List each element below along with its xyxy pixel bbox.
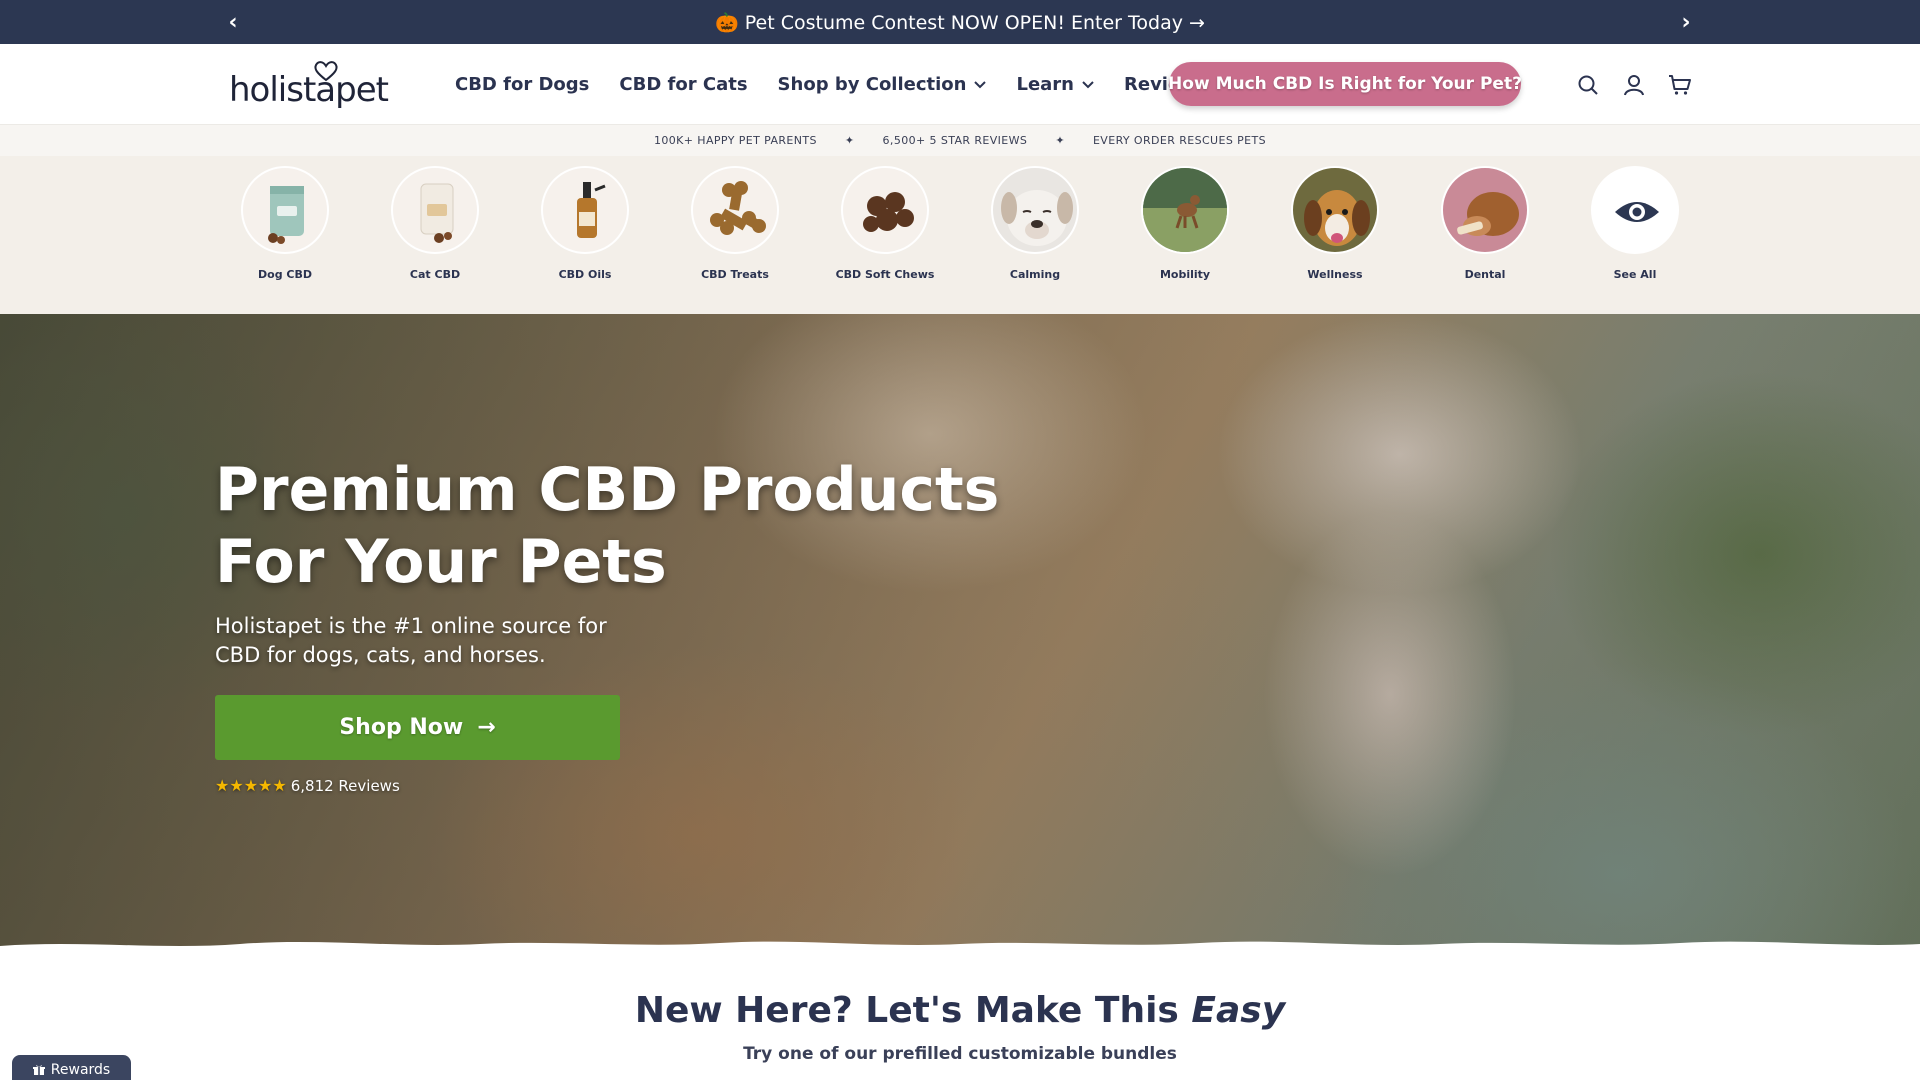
category-image [391,166,479,254]
category-label: Dog CBD [258,268,312,281]
announcement-next-button[interactable]: › [1666,0,1706,44]
search-icon [1578,75,1598,95]
hero-title: Premium CBD Products For Your Pets [215,454,1015,598]
wave-divider [0,941,1920,964]
logo[interactable]: holistapet [229,60,389,110]
star-rating-icon: ★★★★★ [215,776,287,795]
chevron-right-icon: › [1681,9,1691,35]
gift-icon [32,1064,45,1076]
trust-item: EVERY ORDER RESCUES PETS [1092,134,1267,147]
trust-item: 100K+ HAPPY PET PARENTS [653,134,817,147]
category-cbd-treats[interactable]: CBD Treats [670,166,800,281]
beagle-photo-icon [1304,190,1370,246]
cart-icon [1669,75,1691,95]
category-label: CBD Oils [558,268,612,281]
sparkle-icon: ✦ [844,134,855,147]
category-dog-cbd[interactable]: Dog CBD [220,166,350,281]
category-label: Cat CBD [409,268,461,281]
hero-rating[interactable]: ★★★★★ 6,812 Reviews [215,776,400,795]
category-cat-cbd[interactable]: Cat CBD [370,166,500,281]
category-image [691,166,779,254]
bone-treat-icon [710,181,766,235]
main-nav: CBD for Dogs CBD for Cats Shop by Collec… [455,44,1238,125]
eye-icon [1615,202,1659,222]
section-title: New Here? Let's Make This Easy [0,990,1920,1031]
nav-label: Learn [1016,74,1074,95]
category-label: Dental [1464,268,1506,281]
category-label: CBD Soft Chews [835,268,935,281]
cart-button[interactable] [1667,72,1693,98]
category-image [991,166,1079,254]
nav-cbd-for-cats[interactable]: CBD for Cats [619,74,747,95]
nav-cbd-for-dogs[interactable]: CBD for Dogs [455,74,589,95]
trust-item: 6,500+ 5 STAR REVIEWS [882,134,1028,147]
category-calming[interactable]: Calming [970,166,1100,281]
product-bag-icon [268,186,304,244]
category-cbd-soft-chews[interactable]: CBD Soft Chews [820,166,950,281]
sparkle-icon: ✦ [1055,134,1065,147]
shop-now-button[interactable]: Shop Now → [215,695,620,760]
hero-title-line: Premium CBD Products [215,455,1000,525]
announcement-bar: ‹ 🎃 Pet Costume Contest NOW OPEN! Enter … [0,0,1920,44]
category-wellness[interactable]: Wellness [1270,166,1400,281]
account-button[interactable] [1621,72,1647,98]
oil-bottle-icon [577,182,606,238]
category-image [541,166,629,254]
category-image [1591,166,1679,254]
category-row: Dog CBD Cat CBD CBD Oils CBD Treats CBD … [0,156,1920,314]
section-title-main: New Here? Let's Make This [634,990,1192,1031]
nav-label: Shop by Collection [777,74,967,95]
category-cbd-oils[interactable]: CBD Oils [520,166,650,281]
soft-chew-icon [863,192,914,232]
category-label: CBD Treats [701,268,769,281]
category-label: Mobility [1159,268,1211,281]
category-image [1441,166,1529,254]
reviews-count: 6,812 Reviews [290,776,400,795]
hero-banner: Premium CBD Products For Your Pets Holis… [0,314,1920,964]
chevron-down-icon [1082,80,1094,88]
trust-strip: 100K+ HAPPY PET PARENTS ✦ 6,500+ 5 STAR … [0,125,1920,156]
search-button[interactable] [1575,72,1601,98]
category-label: Wellness [1307,268,1363,281]
chevron-down-icon [974,80,987,88]
heart-icon [314,61,338,82]
category-image [1291,166,1379,254]
cbd-dosage-button[interactable]: How Much CBD Is Right for Your Pet? [1168,62,1522,106]
category-image [241,166,329,254]
header-icons [1575,72,1713,98]
product-bag-icon [420,183,454,243]
logo-text: holistapet [229,70,389,110]
dog-photo-icon [1001,190,1073,246]
section-subtitle: Try one of our prefilled customizable bu… [743,1044,1177,1064]
hero-title-line: For Your Pets [215,527,667,597]
rewards-label: Rewards [50,1062,111,1078]
category-image [841,166,929,254]
arrow-right-icon: → [477,715,496,740]
hero-subtitle: Holistapet is the #1 online source for C… [215,614,607,667]
nav-label: CBD for Cats [619,74,748,95]
category-image [1141,166,1229,254]
category-mobility[interactable]: Mobility [1120,166,1250,281]
nav-label: CBD for Dogs [455,74,590,95]
site-header: holistapet CBD for Dogs CBD for Cats Sho… [0,44,1920,125]
nav-learn[interactable]: Learn [1016,74,1094,95]
category-dental[interactable]: Dental [1420,166,1550,281]
account-icon [1624,75,1644,96]
section-title-emphasis: Easy [1191,990,1286,1031]
dog-chew-photo-icon [1457,192,1519,236]
category-label: Calming [1009,268,1061,281]
rewards-button[interactable]: Rewards [12,1055,131,1080]
category-label: See All [1613,268,1657,281]
announcement-message[interactable]: 🎃 Pet Costume Contest NOW OPEN! Enter To… [0,0,1920,44]
running-dog-icon [1143,168,1227,252]
nav-shop-by-collection[interactable]: Shop by Collection [778,74,987,95]
category-see-all[interactable]: See All [1570,166,1700,281]
shop-now-label: Shop Now [339,715,464,740]
